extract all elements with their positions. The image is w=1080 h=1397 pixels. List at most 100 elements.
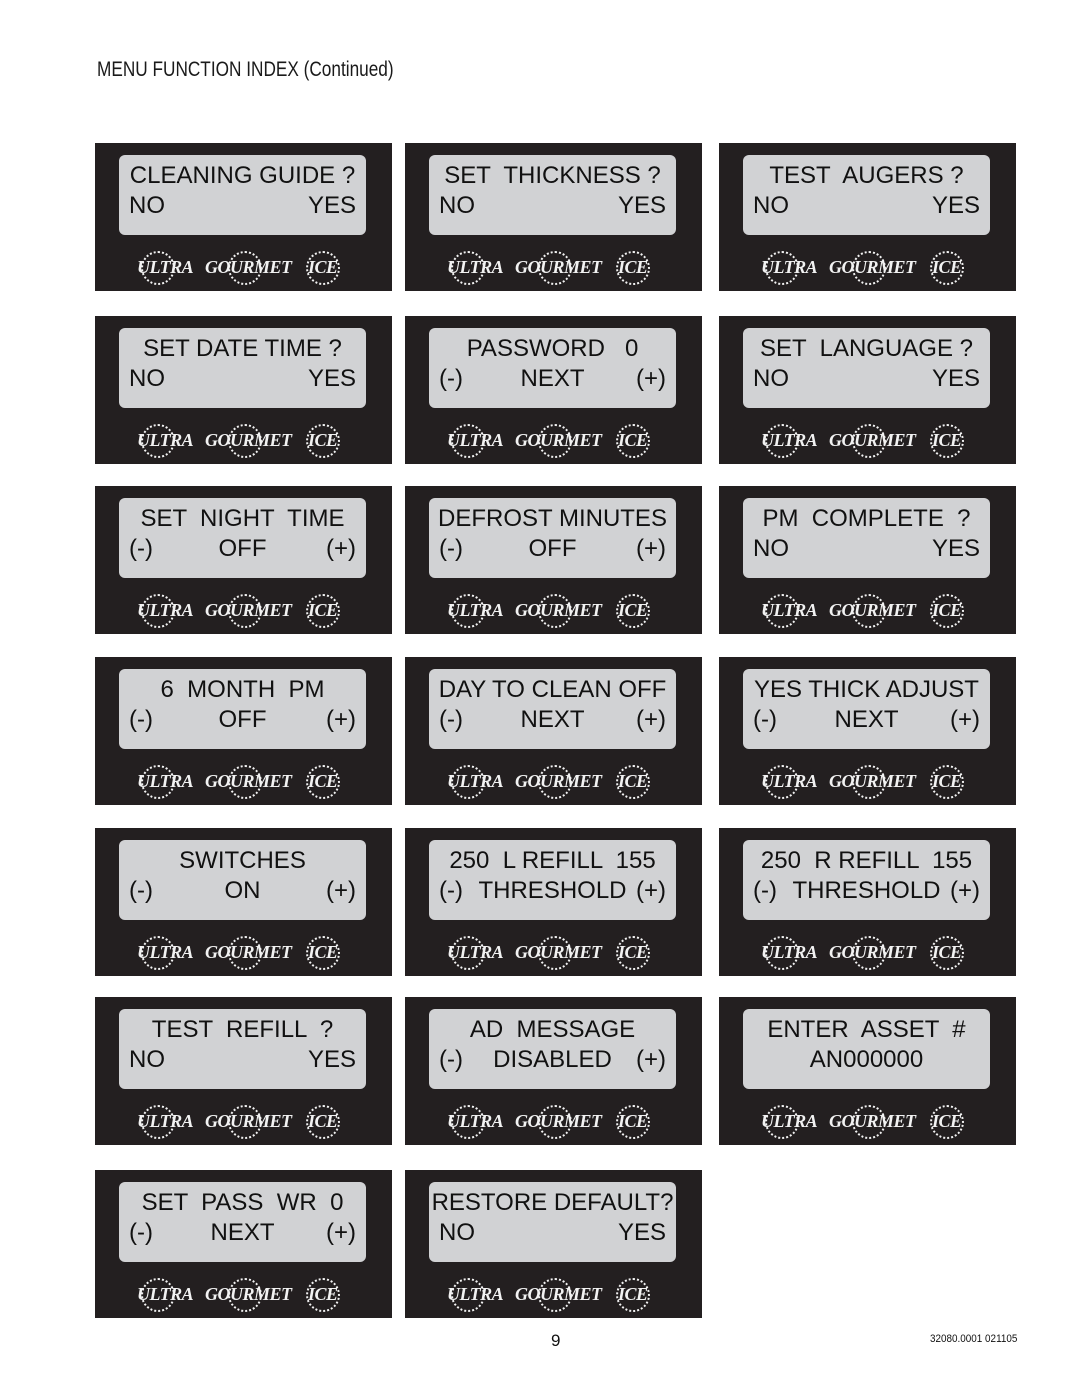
lcd-right-option: YES [617, 1219, 666, 1246]
lcd-right-option: YES [931, 365, 980, 392]
logo-word: GOURMET [205, 257, 292, 277]
logo-word: ULTRA [137, 942, 194, 962]
logo-word: GOURMET [205, 942, 292, 962]
menu-display-panel: PASSWORD 0 (-) NEXT (+) ULTRA GOURMET ICE [405, 316, 702, 464]
lcd-screen: SET DATE TIME ? NO YES [119, 328, 366, 408]
lcd-screen: TEST REFILL ? NO YES [119, 1009, 366, 1089]
logo-word: GOURMET [515, 600, 602, 620]
lcd-right-option: (+) [326, 535, 356, 562]
logo-word: ULTRA [137, 1284, 194, 1304]
menu-display-panel: DAY TO CLEAN OFF (-) NEXT (+) ULTRA GOURMET IC… [405, 657, 702, 805]
lcd-screen: SWITCHES (-) ON (+) [119, 840, 366, 920]
logo-word: GOURMET [515, 257, 602, 277]
lcd-line-1: PM COMPLETE ? [762, 505, 971, 532]
menu-display-panel: 250 L REFILL 155 (-) THRESHOLD (+) ULTRA GOUR… [405, 828, 702, 976]
lcd-screen: PM COMPLETE ? NO YES [743, 498, 990, 578]
logo-word: ICE [308, 942, 338, 962]
ultra-gourmet-ice-logo: ULTRA GOURMET ICE [95, 590, 392, 630]
lcd-line-1: 6 MONTH PM [160, 676, 325, 703]
page-title: MENU FUNCTION INDEX (Continued) [97, 58, 394, 81]
logo-word: ULTRA [447, 771, 504, 791]
lcd-value: OFF [218, 706, 267, 733]
logo-word: ICE [932, 1111, 962, 1131]
ultra-gourmet-ice-logo: ULTRA GOURMET ICE [95, 247, 392, 287]
logo-word: ULTRA [137, 771, 194, 791]
logo-word: GOURMET [515, 771, 602, 791]
lcd-left-option: NO [439, 192, 475, 219]
lcd-right-option: (+) [636, 535, 666, 562]
lcd-right-option: YES [931, 192, 980, 219]
lcd-line-1: RESTORE DEFAULT? [431, 1189, 674, 1216]
ultra-gourmet-ice-logo: ULTRA GOURMET ICE [405, 1101, 702, 1141]
menu-display-panel: SWITCHES (-) ON (+) ULTRA GOURMET ICE [95, 828, 392, 976]
ultra-gourmet-ice-logo: ULTRA GOURMET ICE [719, 247, 1016, 287]
logo-word: GOURMET [205, 430, 292, 450]
logo-word: ULTRA [447, 257, 504, 277]
lcd-screen: RESTORE DEFAULT? NO YES [429, 1182, 676, 1262]
lcd-screen: DEFROST MINUTES (-) OFF (+) [429, 498, 676, 578]
lcd-line-1: DAY TO CLEAN OFF [438, 676, 667, 703]
logo-word: GOURMET [515, 430, 602, 450]
lcd-right-option: YES [307, 365, 356, 392]
lcd-right-option: (+) [326, 1219, 356, 1246]
lcd-screen: 6 MONTH PM (-) OFF (+) [119, 669, 366, 749]
logo-word: GOURMET [829, 600, 916, 620]
lcd-right-option: (+) [636, 365, 666, 392]
menu-display-panel: ENTER ASSET # AN000000 ULTRA GOURMET ICE [719, 997, 1016, 1145]
lcd-line-1: 250 R REFILL 155 [760, 847, 973, 874]
logo-word: ULTRA [761, 430, 818, 450]
ultra-gourmet-ice-logo: ULTRA GOURMET ICE [95, 420, 392, 460]
ultra-gourmet-ice-logo: ULTRA GOURMET ICE [719, 1101, 1016, 1141]
lcd-right-option: (+) [950, 706, 980, 733]
lcd-line-1: 250 L REFILL 155 [449, 847, 656, 874]
ultra-gourmet-ice-logo: ULTRA GOURMET ICE [719, 420, 1016, 460]
logo-word: ICE [932, 430, 962, 450]
lcd-value: AN000000 [809, 1046, 924, 1073]
logo-word: ULTRA [761, 600, 818, 620]
lcd-left-option: NO [439, 1219, 475, 1246]
ultra-gourmet-ice-logo: ULTRA GOURMET ICE [405, 420, 702, 460]
lcd-value: DISABLED [493, 1046, 612, 1073]
menu-display-panel: 6 MONTH PM (-) OFF (+) ULTRA GOURMET ICE [95, 657, 392, 805]
lcd-left-option: NO [753, 535, 789, 562]
logo-word: ULTRA [137, 600, 194, 620]
lcd-line-1: ENTER ASSET # [767, 1016, 966, 1043]
lcd-screen: SET THICKNESS ? NO YES [429, 155, 676, 235]
logo-word: ICE [618, 600, 648, 620]
lcd-screen: DAY TO CLEAN OFF (-) NEXT (+) [429, 669, 676, 749]
ultra-gourmet-ice-logo: ULTRA GOURMET ICE [405, 1274, 702, 1314]
lcd-line-1: SWITCHES [179, 847, 306, 874]
lcd-value: THRESHOLD [478, 877, 627, 904]
logo-word: ICE [932, 942, 962, 962]
menu-display-panel: PM COMPLETE ? NO YES ULTRA GOURMET ICE [719, 486, 1016, 634]
lcd-screen: CLEANING GUIDE ? NO YES [119, 155, 366, 235]
lcd-value: OFF [218, 535, 267, 562]
logo-word: ICE [618, 430, 648, 450]
ultra-gourmet-ice-logo: ULTRA GOURMET ICE [405, 590, 702, 630]
logo-word: ICE [618, 257, 648, 277]
lcd-value: NEXT [520, 706, 585, 733]
ultra-gourmet-ice-logo: ULTRA GOURMET ICE [405, 761, 702, 801]
lcd-screen: 250 L REFILL 155 (-) THRESHOLD (+) [429, 840, 676, 920]
logo-word: GOURMET [829, 771, 916, 791]
ultra-gourmet-ice-logo: ULTRA GOURMET ICE [719, 761, 1016, 801]
logo-word: ICE [308, 600, 338, 620]
ultra-gourmet-ice-logo: ULTRA GOURMET ICE [95, 1274, 392, 1314]
lcd-left-option: NO [129, 365, 165, 392]
ultra-gourmet-ice-logo: ULTRA GOURMET ICE [95, 1101, 392, 1141]
lcd-line-1: TEST AUGERS ? [769, 162, 964, 189]
logo-word: ICE [618, 1284, 648, 1304]
lcd-value: THRESHOLD [792, 877, 941, 904]
lcd-line-1: SET PASS WR 0 [141, 1189, 344, 1216]
logo-word: ULTRA [761, 257, 818, 277]
logo-word: GOURMET [205, 771, 292, 791]
logo-word: GOURMET [205, 1284, 292, 1304]
lcd-screen: SET LANGUAGE ? NO YES [743, 328, 990, 408]
logo-word: GOURMET [829, 1111, 916, 1131]
lcd-screen: ENTER ASSET # AN000000 [743, 1009, 990, 1089]
lcd-value: NEXT [520, 365, 585, 392]
logo-word: ICE [308, 430, 338, 450]
lcd-line-1: SET DATE TIME ? [143, 335, 342, 362]
lcd-line-1: SET NIGHT TIME [140, 505, 345, 532]
lcd-left-option: NO [129, 1046, 165, 1073]
